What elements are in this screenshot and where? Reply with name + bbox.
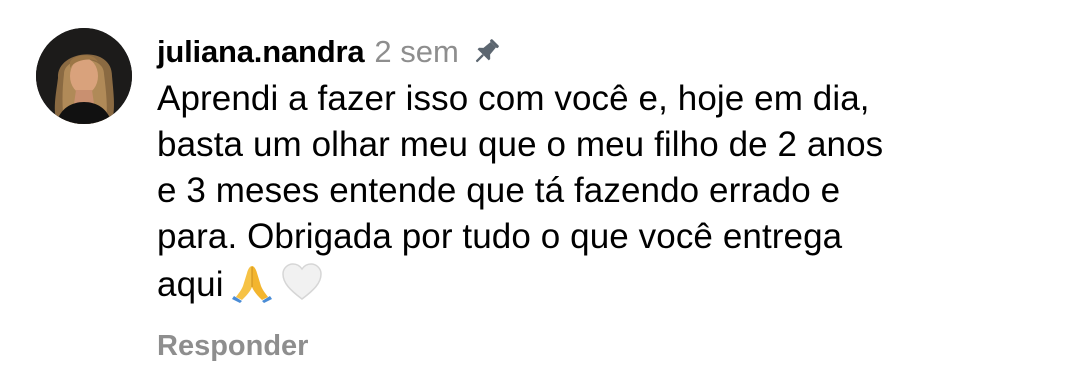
avatar[interactable] xyxy=(36,28,132,124)
comment-meta: juliana.nandra 2 sem xyxy=(157,30,1037,74)
pin-icon xyxy=(469,35,503,69)
timestamp: 2 sem xyxy=(374,34,459,69)
comment-text: Aprendi a fazer isso com você e, hoje em… xyxy=(157,76,1007,308)
comment-text-line: Aprendi a fazer isso com você e, hoje em… xyxy=(157,79,870,118)
praying-hands-icon xyxy=(230,260,274,304)
comment-text-line: basta um olhar meu que o meu filho de 2 … xyxy=(157,125,884,164)
username[interactable]: juliana.nandra xyxy=(157,34,365,70)
reply-button[interactable]: Responder xyxy=(157,330,308,363)
comment-body: juliana.nandra 2 sem Aprendi a fazer iss… xyxy=(157,30,1037,308)
comment-text-line: para. Obrigada por tudo o que você entre… xyxy=(157,217,843,256)
profile-photo xyxy=(36,28,132,124)
comment-text-last-line: aqui xyxy=(157,260,1007,308)
comment: juliana.nandra 2 sem Aprendi a fazer iss… xyxy=(0,0,1065,382)
comment-text-line: e 3 meses entende que tá fazendo errado … xyxy=(157,171,841,210)
comment-text-line: aqui xyxy=(157,265,224,304)
white-heart-icon xyxy=(280,260,324,304)
